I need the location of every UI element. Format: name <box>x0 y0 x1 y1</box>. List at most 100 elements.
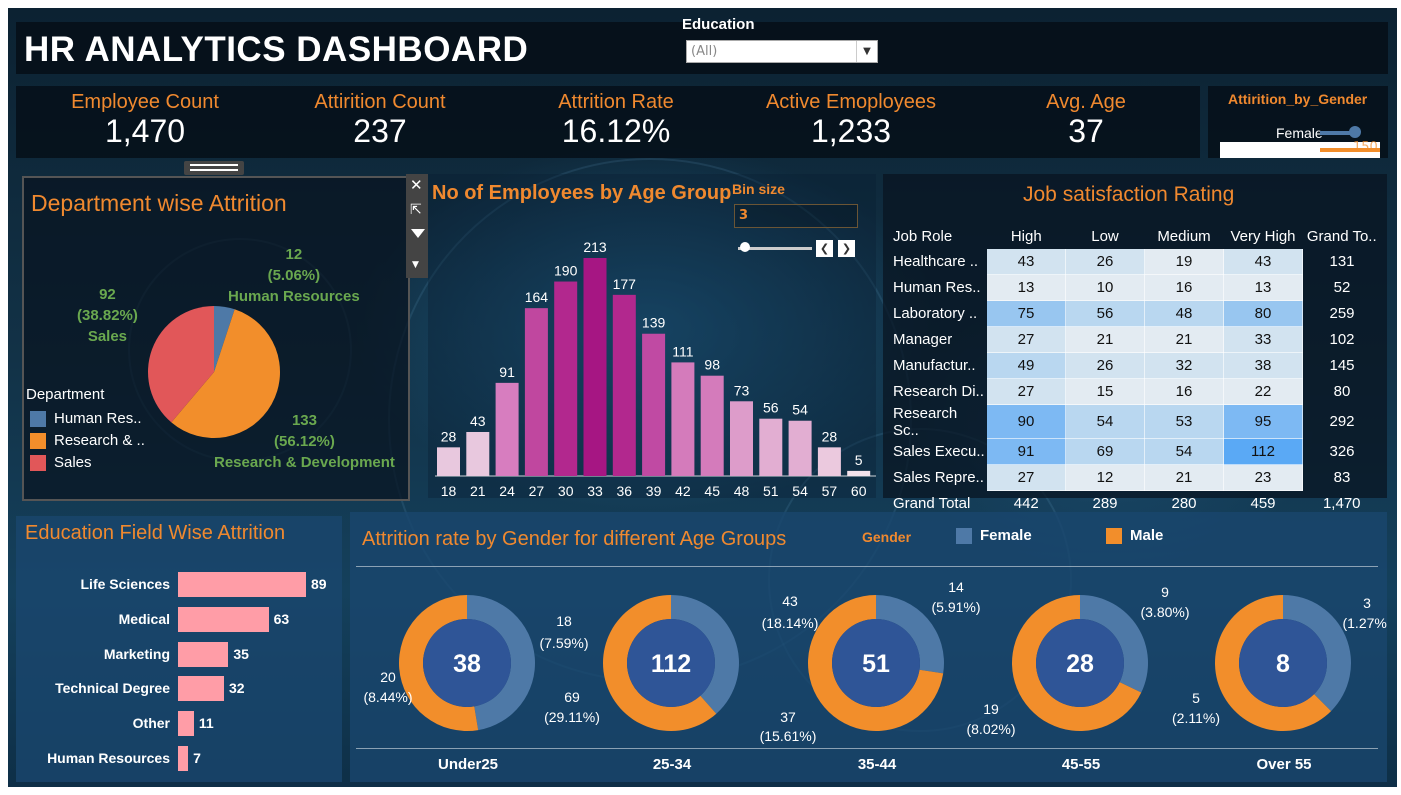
value-cell[interactable]: 21 <box>1144 326 1224 353</box>
table-header[interactable]: Very High <box>1224 224 1303 249</box>
bar-value-label: 35 <box>233 645 249 662</box>
legend-item-hr[interactable]: Human Res.. <box>30 410 145 428</box>
value-cell[interactable]: 21 <box>1144 464 1224 491</box>
female-pct-label: (5.91%) <box>931 599 980 615</box>
close-icon[interactable]: ✕ <box>410 176 423 194</box>
bar[interactable] <box>847 470 871 476</box>
kpi-label: Attrition Rate <box>558 91 674 113</box>
bar[interactable] <box>178 711 194 737</box>
value-cell[interactable]: 13 <box>1223 274 1303 301</box>
bar[interactable] <box>524 308 548 476</box>
bar[interactable] <box>671 362 695 476</box>
x-tick-label: 27 <box>529 483 545 498</box>
female-slider-handle[interactable] <box>1349 126 1361 138</box>
table-row: Laboratory .. 75 56 48 80 259 <box>887 300 1381 327</box>
chevron-down-icon[interactable]: ▼ <box>856 41 877 62</box>
bar[interactable] <box>466 431 490 476</box>
value-cell[interactable]: 80 <box>1223 300 1303 327</box>
value-cell[interactable]: 49 <box>987 352 1066 379</box>
value-cell[interactable]: 53 <box>1144 404 1224 439</box>
value-cell[interactable]: 10 <box>1065 274 1145 301</box>
value-cell[interactable]: 38 <box>1223 352 1303 379</box>
value-cell[interactable]: 54 <box>1065 404 1145 439</box>
bar[interactable] <box>817 447 841 476</box>
bar[interactable] <box>730 401 753 476</box>
filter-icon[interactable] <box>411 229 425 238</box>
male-count-label: 69 <box>564 689 580 705</box>
value-cell[interactable]: 54 <box>1144 438 1224 465</box>
female-count-label: 3 <box>1363 595 1371 611</box>
value-cell[interactable]: 69 <box>1065 438 1145 465</box>
value-cell[interactable]: 16 <box>1144 274 1224 301</box>
value-cell[interactable]: 23 <box>1223 464 1303 491</box>
education-field-panel: Education Field Wise Attrition Life Scie… <box>16 516 342 782</box>
bar-value-label: 54 <box>792 402 808 418</box>
bar-label: Human Resources <box>47 750 170 766</box>
bar[interactable] <box>612 294 636 476</box>
donut-total: 51 <box>862 650 890 678</box>
bar[interactable] <box>642 333 666 476</box>
table-header[interactable]: Job Role <box>887 224 987 249</box>
bar-value-label: 73 <box>734 382 750 398</box>
table-header[interactable]: Medium <box>1145 224 1224 249</box>
value-cell[interactable]: 27 <box>987 378 1066 405</box>
value-cell[interactable]: 56 <box>1065 300 1145 327</box>
bar[interactable] <box>178 572 306 597</box>
bar-value-label: 63 <box>273 610 290 627</box>
value-cell[interactable]: 26 <box>1065 249 1145 275</box>
value-cell[interactable]: 75 <box>987 300 1066 327</box>
male-value: 150 <box>1353 140 1378 155</box>
value-cell[interactable]: 26 <box>1065 352 1145 379</box>
value-cell[interactable]: 22 <box>1223 378 1303 405</box>
kpi-value: 16.12% <box>561 113 671 149</box>
bar[interactable] <box>495 382 519 476</box>
value-cell[interactable]: 43 <box>987 249 1066 275</box>
value-cell[interactable]: 95 <box>1223 404 1303 439</box>
table-header[interactable]: Low <box>1066 224 1145 249</box>
bar[interactable] <box>759 418 783 476</box>
page-title: HR ANALYTICS DASHBOARD <box>24 30 529 69</box>
pie-label-rd: 133 (56.12%) Research & Development <box>214 410 395 473</box>
education-filter-select[interactable]: (All) ▼ <box>686 40 878 63</box>
legend-item-rd[interactable]: Research & .. <box>30 432 145 450</box>
bar[interactable] <box>178 606 269 632</box>
department-attrition-panel[interactable]: Department wise Attrition 92 (38.82%) Sa… <box>22 176 410 501</box>
value-cell[interactable]: 33 <box>1223 326 1303 353</box>
pie-label-count: 133 <box>291 412 317 429</box>
value-cell[interactable]: 27 <box>987 464 1066 491</box>
value-cell[interactable]: 19 <box>1144 249 1224 275</box>
bar[interactable] <box>178 641 229 667</box>
table-row: Sales Execu.. 91 69 54 112 326 <box>887 438 1381 465</box>
value-cell[interactable]: 21 <box>1065 326 1145 353</box>
gender-age-donuts: 38 Under25 112 25-34 51 35-44 28 45-55 8 Over 55 1… <box>363 579 1387 773</box>
dropdown-icon[interactable]: ▼ <box>412 260 419 270</box>
drag-handle-icon[interactable] <box>184 161 244 175</box>
value-cell[interactable]: 16 <box>1144 378 1224 405</box>
value-cell[interactable]: 15 <box>1065 378 1145 405</box>
bar[interactable] <box>554 281 578 476</box>
bar[interactable] <box>437 447 460 476</box>
bar[interactable] <box>178 746 189 771</box>
bar[interactable] <box>178 676 225 702</box>
value-cell[interactable]: 27 <box>987 326 1066 353</box>
value-cell[interactable]: 112 <box>1223 438 1303 465</box>
value-cell[interactable]: 48 <box>1144 300 1224 327</box>
female-label: Female <box>1276 125 1323 141</box>
table-header[interactable]: Grand To.. <box>1303 224 1382 249</box>
bar[interactable] <box>788 420 812 476</box>
value-cell[interactable]: 32 <box>1144 352 1224 379</box>
value-cell[interactable]: 90 <box>987 404 1066 439</box>
bar[interactable] <box>700 375 724 476</box>
value-cell[interactable]: 13 <box>987 274 1066 301</box>
value-cell[interactable]: 91 <box>987 438 1066 465</box>
table-header[interactable]: High <box>987 224 1066 249</box>
value-cell[interactable]: 12 <box>1065 464 1145 491</box>
total-cell: 326 <box>1329 443 1355 460</box>
bar-value-label: 28 <box>441 428 457 444</box>
legend-item-sales[interactable]: Sales <box>30 454 145 472</box>
value-cell[interactable]: 43 <box>1223 249 1303 275</box>
popout-icon[interactable]: ⇱ <box>410 202 422 218</box>
x-tick-label: 39 <box>646 483 662 498</box>
bar[interactable] <box>583 258 607 476</box>
kpi-value: 237 <box>353 113 407 149</box>
